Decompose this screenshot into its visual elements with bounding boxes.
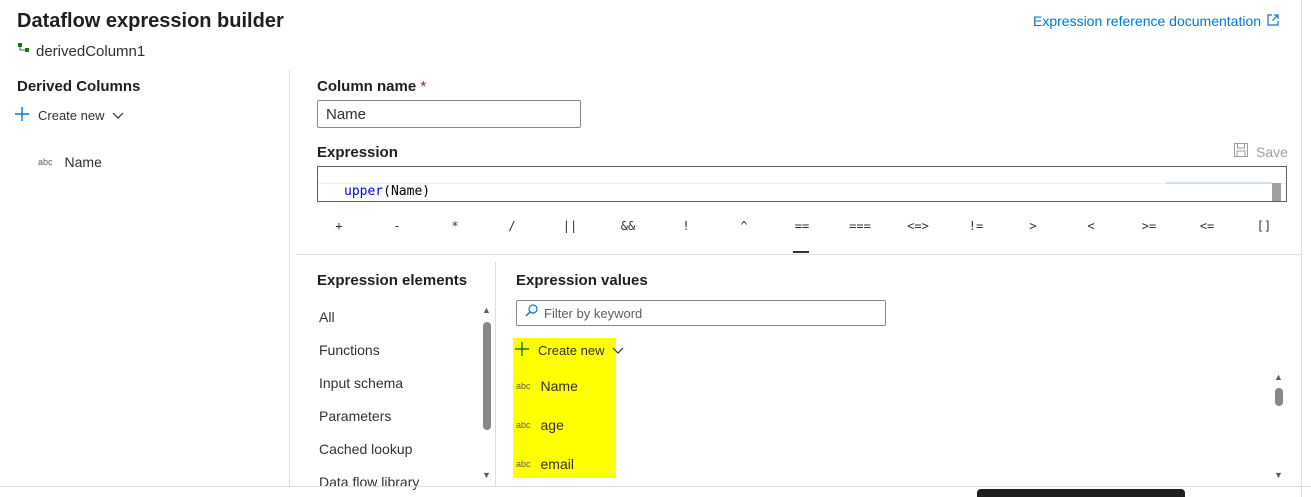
- element-item-cached-lookup[interactable]: Cached lookup: [319, 441, 412, 457]
- string-type-icon: abc: [516, 459, 531, 469]
- values-scroll-up-icon[interactable]: ▲: [1274, 372, 1283, 382]
- operator-or-button[interactable]: ||: [542, 214, 598, 238]
- operator-greater-equal-button[interactable]: >=: [1121, 214, 1177, 238]
- plus-icon: [14, 106, 30, 125]
- expression-values-title: Expression values: [516, 272, 648, 289]
- column-name-label-text: Column name: [317, 78, 417, 95]
- operator-compare-button[interactable]: <=>: [890, 214, 946, 238]
- value-item-age[interactable]: abc age: [516, 417, 564, 433]
- value-item-label: email: [540, 456, 574, 472]
- values-scroll-down-icon[interactable]: ▼: [1274, 470, 1283, 480]
- code-function: upper: [344, 184, 384, 199]
- left-panel-divider: [289, 70, 290, 487]
- expression-editor[interactable]: upper(Name): [317, 166, 1287, 202]
- search-icon: [525, 304, 538, 322]
- operator-multiply-button[interactable]: *: [427, 214, 483, 238]
- doc-link-label[interactable]: Expression reference documentation: [1033, 13, 1261, 29]
- filter-box[interactable]: [516, 300, 886, 326]
- string-type-icon: abc: [38, 157, 53, 167]
- expression-values-create-new-button[interactable]: Create new: [514, 341, 624, 360]
- values-scrollbar-thumb[interactable]: [1275, 388, 1283, 406]
- derived-columns-create-new-button[interactable]: Create new: [14, 106, 124, 125]
- element-item-parameters[interactable]: Parameters: [319, 408, 391, 424]
- external-link-icon: [1267, 13, 1279, 29]
- elements-scroll-up-icon[interactable]: ▲: [482, 305, 491, 315]
- value-item-label: age: [540, 417, 564, 433]
- operator-strict-equals-button[interactable]: ===: [832, 214, 888, 238]
- operator-divide-button[interactable]: /: [484, 214, 540, 238]
- operator-and-button[interactable]: &&: [600, 214, 656, 238]
- value-item-name[interactable]: abc Name: [516, 378, 578, 394]
- operator-less-button[interactable]: <: [1063, 214, 1119, 238]
- operator-xor-button[interactable]: ^: [716, 214, 772, 238]
- filter-input[interactable]: [544, 305, 874, 321]
- elements-scrollbar-thumb[interactable]: [483, 322, 491, 430]
- bottom-tooltip-bar: [977, 489, 1185, 497]
- operator-equals-button[interactable]: ==: [774, 214, 830, 238]
- operator-less-equal-button[interactable]: <=: [1179, 214, 1235, 238]
- operator-plus-button[interactable]: +: [311, 214, 367, 238]
- operator-greater-button[interactable]: >: [1005, 214, 1061, 238]
- subtitle-label: derivedColumn1: [36, 42, 146, 60]
- plus-icon: [514, 341, 530, 360]
- element-item-all[interactable]: All: [319, 309, 335, 325]
- derived-column-item-label: Name: [64, 154, 102, 170]
- derived-column-item-name[interactable]: abc Name: [38, 154, 102, 170]
- operator-minus-button[interactable]: -: [369, 214, 425, 238]
- create-new-label: Create new: [38, 108, 105, 123]
- expression-elements-title: Expression elements: [317, 272, 468, 289]
- value-item-label: Name: [540, 378, 578, 394]
- elements-scroll-down-icon[interactable]: ▼: [482, 470, 491, 480]
- save-icon: [1233, 142, 1249, 161]
- operator-brackets-button[interactable]: []: [1236, 214, 1292, 238]
- operator-active-indicator: [793, 251, 809, 253]
- chevron-down-icon: [112, 108, 124, 123]
- string-type-icon: abc: [516, 420, 531, 430]
- right-border: [1301, 0, 1302, 497]
- editor-scrollbar[interactable]: [1272, 183, 1281, 201]
- element-item-input-schema[interactable]: Input schema: [319, 375, 403, 391]
- column-name-label: Column name *: [317, 78, 426, 95]
- operator-not-button[interactable]: !: [658, 214, 714, 238]
- column-name-input[interactable]: [317, 100, 581, 128]
- save-label: Save: [1256, 143, 1288, 160]
- expression-reference-link[interactable]: Expression reference documentation: [1033, 13, 1279, 29]
- derived-columns-title: Derived Columns: [17, 78, 141, 95]
- subtitle: derivedColumn1: [17, 42, 145, 60]
- chevron-down-icon: [612, 343, 624, 358]
- derived-column-icon: [17, 42, 31, 60]
- bottom-border: [0, 486, 1311, 487]
- expression-code[interactable]: upper(Name): [344, 184, 430, 199]
- editor-minimap: [1166, 182, 1272, 184]
- string-type-icon: abc: [516, 381, 531, 391]
- current-line-highlight: [318, 183, 1286, 184]
- expression-label: Expression: [317, 144, 398, 161]
- page-title: Dataflow expression builder: [17, 10, 284, 32]
- operator-toolbar: + - * / || && ! ^ == === <=> != > < >= <…: [311, 214, 1293, 240]
- element-item-data-flow-library[interactable]: Data flow library: [319, 474, 419, 490]
- save-button[interactable]: Save: [1233, 142, 1288, 161]
- code-arguments: (Name): [383, 184, 431, 199]
- value-item-email[interactable]: abc email: [516, 456, 574, 472]
- operator-not-equals-button[interactable]: !=: [948, 214, 1004, 238]
- elements-values-divider: [495, 262, 496, 487]
- element-item-functions[interactable]: Functions: [319, 342, 380, 358]
- required-indicator: *: [420, 78, 427, 95]
- create-new-label: Create new: [538, 343, 605, 358]
- section-divider: [297, 254, 1301, 255]
